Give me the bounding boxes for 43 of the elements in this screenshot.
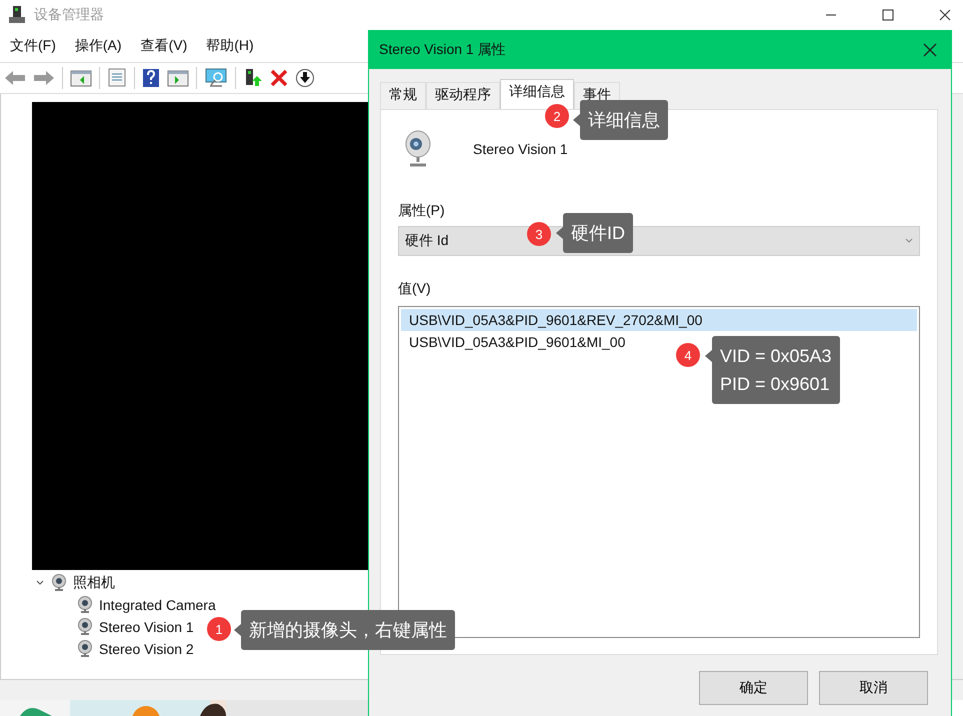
webcam-icon [51, 574, 67, 592]
help-icon[interactable] [142, 68, 160, 88]
close-icon[interactable] [923, 43, 937, 57]
device-name: Stereo Vision 1 [473, 141, 568, 157]
webcam-icon [77, 640, 93, 658]
dialog-button[interactable]: 取消 [819, 671, 928, 705]
dialog-title: Stereo Vision 1 属性 [379, 41, 506, 59]
menu-item[interactable]: 查看(V) [140, 37, 188, 55]
window-icon[interactable] [167, 69, 189, 87]
window-title: 设备管理器 [34, 6, 104, 24]
webcam-icon [77, 618, 93, 636]
callout-tooltip: 详细信息 [580, 100, 668, 140]
callout-tooltip: 硬件ID [563, 213, 633, 253]
back-arrow-icon[interactable] [4, 69, 26, 87]
close-icon[interactable] [939, 9, 951, 21]
tree-item[interactable]: 照相机 [73, 574, 115, 592]
webcam-icon [403, 130, 433, 168]
monitor-icon[interactable] [204, 68, 228, 88]
callout-tooltip: 新增的摄像头，右键属性 [241, 610, 455, 650]
download-icon[interactable] [295, 68, 315, 88]
tab[interactable]: 驱动程序 [426, 82, 500, 109]
webcam-icon [77, 596, 93, 614]
window-icon[interactable] [70, 69, 92, 87]
menu-item[interactable]: 文件(F) [10, 37, 56, 55]
menu-item[interactable]: 帮助(H) [206, 37, 254, 55]
maximize-icon[interactable] [882, 9, 894, 21]
device-icon [8, 5, 26, 25]
tab[interactable]: 常规 [380, 82, 426, 109]
chevron-icon [905, 238, 913, 244]
dialog-button[interactable]: 确定 [699, 671, 808, 705]
tree-item[interactable]: Integrated Camera [99, 597, 216, 613]
value-label: 值(V) [398, 280, 432, 298]
tree-item[interactable]: Stereo Vision 1 [99, 619, 194, 635]
device-update-icon[interactable] [243, 68, 263, 88]
property-label: 属性(P) [398, 202, 446, 220]
forward-arrow-icon[interactable] [33, 69, 55, 87]
list-item[interactable]: USB\VID_05A3&PID_9601&REV_2702&MI_00 [401, 309, 917, 331]
properties-icon[interactable] [107, 68, 127, 88]
callout-tooltip: VID = 0x05A3 PID = 0x9601 [712, 336, 840, 404]
delete-icon[interactable] [270, 69, 288, 87]
menu-item[interactable]: 操作(A) [74, 37, 122, 55]
tab[interactable]: 详细信息 [500, 79, 574, 109]
tree-item[interactable]: Stereo Vision 2 [99, 641, 194, 657]
